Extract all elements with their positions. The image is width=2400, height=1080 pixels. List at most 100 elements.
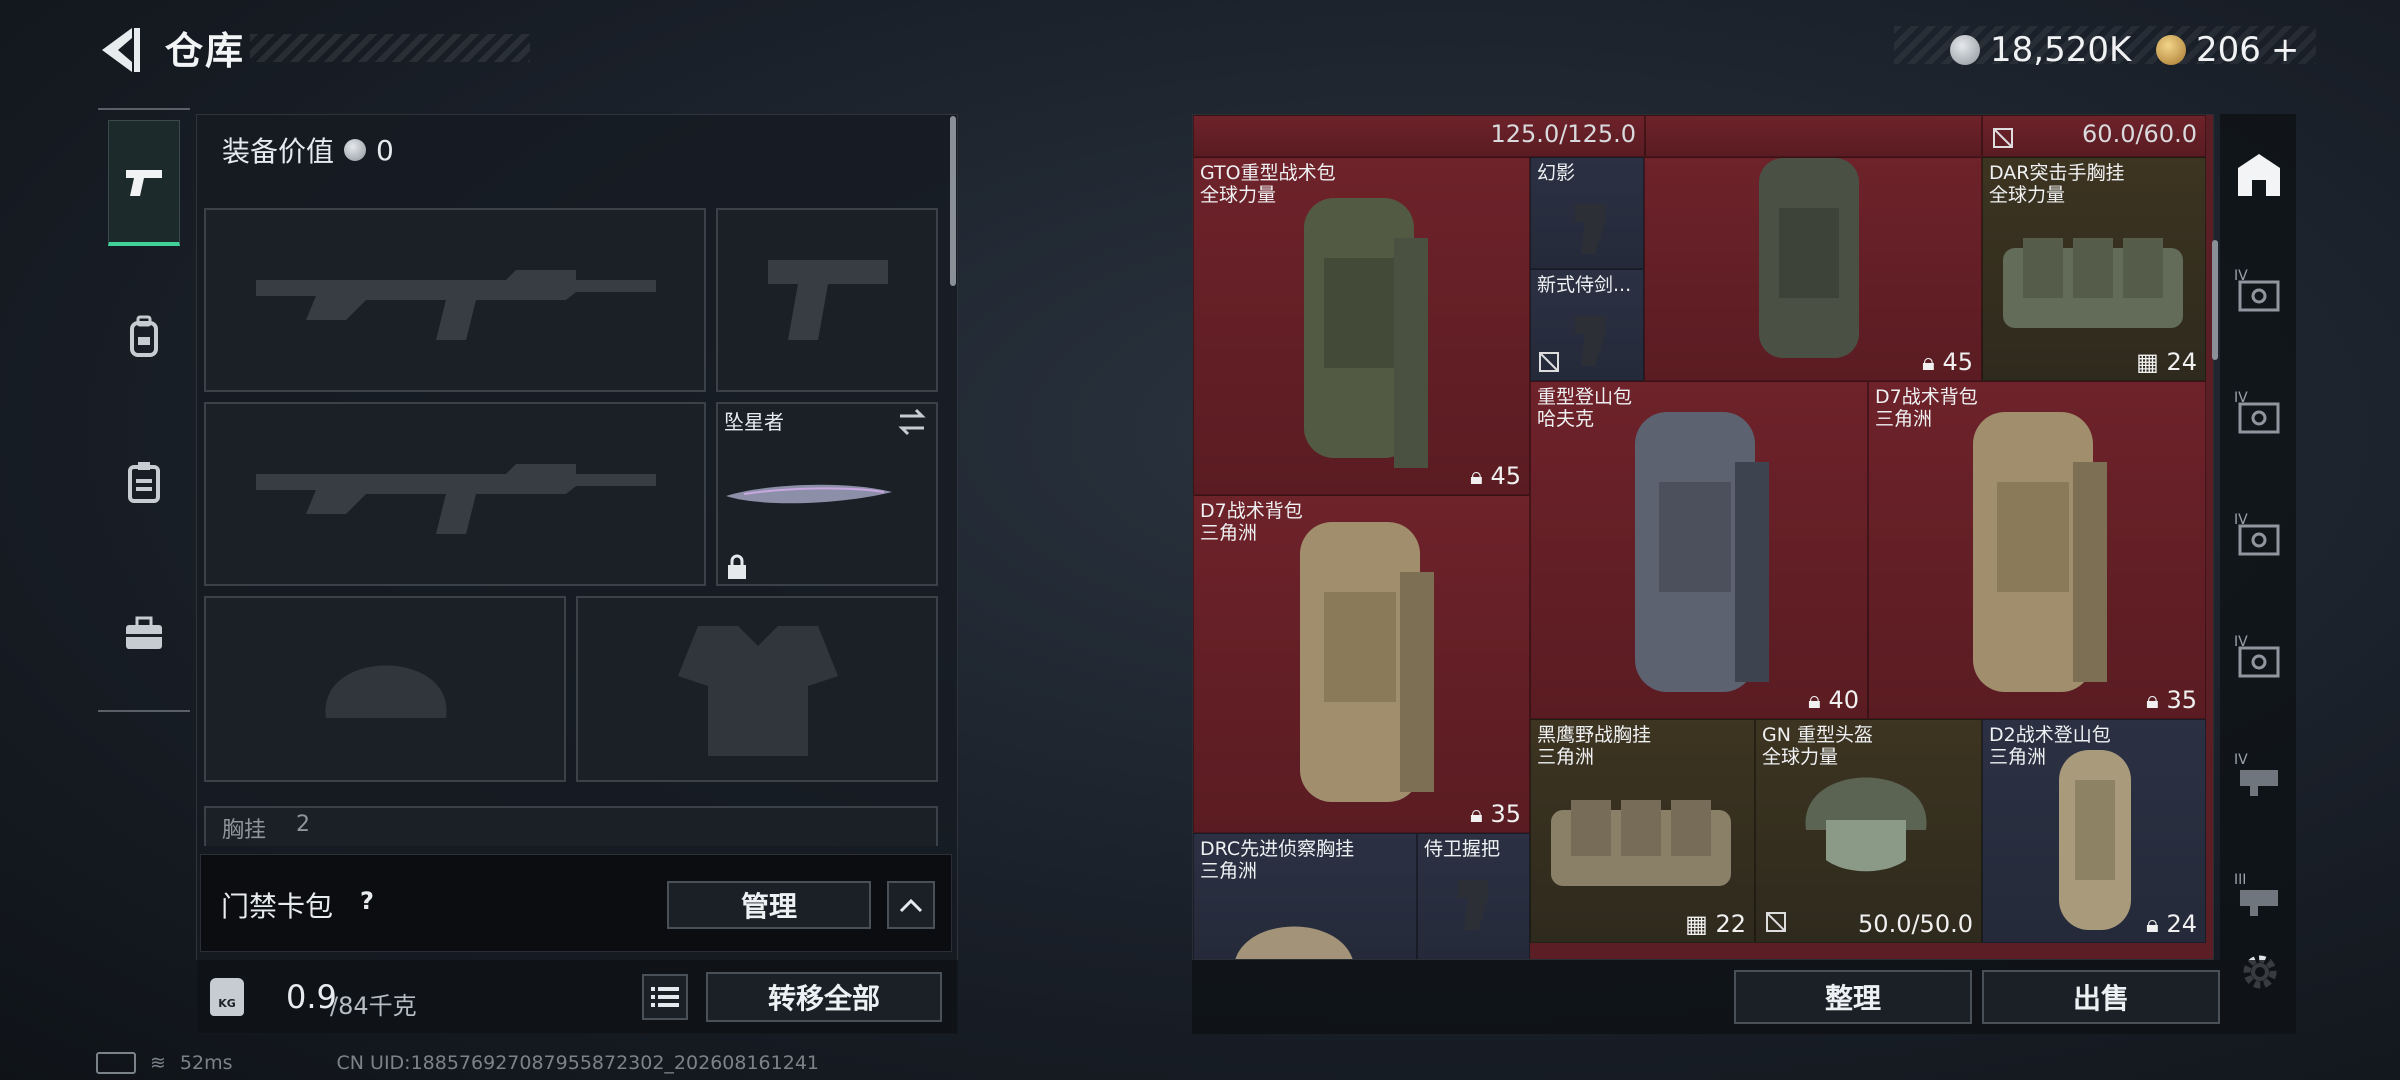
no-insure-icon (1766, 912, 1786, 932)
add-token-button[interactable]: + (2271, 30, 2300, 70)
item-d2-mountain-pack[interactable]: D2战术登山包 三角洲 🔒︎ 24 (1982, 719, 2206, 943)
grid-top-mid-strip[interactable] (1645, 115, 1982, 157)
weight-small-icon: 🔒︎ (1470, 462, 1491, 490)
primary-weapon-slot[interactable] (204, 208, 706, 392)
sell-button[interactable]: 出售 (1982, 970, 2220, 1024)
list-icon (651, 987, 679, 1007)
briefcase-icon (126, 616, 162, 649)
helmet-slot[interactable] (204, 596, 566, 782)
tab-toolbox[interactable] (108, 570, 180, 696)
weight-kg-icon: KG (210, 978, 244, 1016)
item-phantom-grip[interactable]: 幻影 (1530, 157, 1644, 269)
weight-small-icon: 🔒︎ (2146, 686, 2167, 714)
item-gn-helmet[interactable]: GN 重型头盔 全球力量 50.0/50.0 (1755, 719, 1982, 943)
keycard-manage-button[interactable]: 管理 (667, 881, 871, 929)
stash-home-button[interactable] (2234, 150, 2284, 200)
title-decoration (250, 34, 530, 62)
backpack-item-icon (1759, 158, 1859, 358)
item-heavy-mountain-pack[interactable]: 重型登山包 哈夫克 🔒︎ 40 (1530, 381, 1868, 719)
grip-item-icon (1458, 880, 1488, 930)
armor-small-icon: ▦ (2136, 348, 2167, 376)
token-icon (2156, 35, 2186, 65)
page-title: 仓库 (165, 29, 246, 73)
chest-rig-item-icon (2003, 238, 2183, 328)
collapse-button[interactable] (887, 881, 935, 929)
chest-rig-item-icon (1235, 926, 1353, 959)
rail-container-6[interactable]: III (2234, 872, 2284, 922)
chevron-up-icon (899, 898, 923, 913)
knife-icon (726, 484, 892, 504)
rail-container-2[interactable]: IV (2234, 390, 2284, 440)
rail-container-5[interactable]: IV (2234, 752, 2284, 802)
weight-small-icon: 🔒︎ (2146, 910, 2167, 938)
weight-bar: KG 0.9 /84千克 转移全部 (196, 960, 958, 1034)
list-view-button[interactable] (642, 974, 688, 1020)
grid-scrollbar[interactable] (2212, 240, 2218, 360)
weight-small-icon: 🔒︎ (1470, 800, 1491, 828)
stash-grid: 125.0/125.0 60.0/60.0 GTO重型战术包 全球力量 🔒︎ 45… (1192, 114, 2214, 960)
rail-container-3[interactable]: IV (2234, 512, 2284, 562)
secondary-rifle-slot[interactable] (204, 402, 706, 586)
backpack-icon (130, 315, 158, 357)
no-insure-icon (1539, 352, 1559, 372)
coin-icon (344, 139, 367, 161)
chest-rig-slot[interactable]: 胸挂 2 (204, 806, 938, 846)
case-icon (128, 462, 160, 503)
weight-small-icon: 🔒︎ (1808, 686, 1829, 714)
battery-icon (96, 1052, 136, 1074)
sort-button[interactable]: 整理 (1734, 970, 1972, 1024)
helmet-item-icon (1805, 777, 1927, 872)
tab-backpack[interactable] (108, 274, 180, 400)
helmet-silhouette-icon (325, 665, 447, 718)
rail-container-1[interactable]: IV (2234, 268, 2284, 318)
wifi-icon: ≋ (150, 1052, 166, 1074)
keycard-help-button[interactable]: ? (349, 879, 385, 923)
token-balance[interactable]: 206 + (2156, 30, 2299, 70)
lock-icon (728, 554, 746, 579)
no-insure-icon (1993, 128, 2013, 148)
melee-slot[interactable]: 坠星者 (716, 402, 938, 586)
backpack-item-icon (1635, 412, 1769, 692)
swap-icon[interactable] (896, 408, 928, 436)
item-black-eagle-rig[interactable]: 黑鹰野战胸挂 三角洲 ▦ 22 (1530, 719, 1755, 943)
item-gto-backpack[interactable]: GTO重型战术包 全球力量 🔒︎ 45 (1193, 157, 1530, 495)
secondary-weapon-slot[interactable] (716, 208, 938, 392)
item-backpack-top[interactable]: 🔒︎ 45 (1644, 157, 1982, 381)
back-arrow-icon (102, 28, 140, 72)
rail-container-4[interactable]: IV (2234, 634, 2284, 684)
backpack-item-icon (1304, 198, 1428, 468)
backpack-item-icon (2059, 750, 2131, 930)
back-button[interactable] (96, 24, 144, 76)
equipment-value: 装备价值 0 (222, 133, 394, 169)
pistol-silhouette-icon (768, 260, 888, 340)
backpack-item-icon (1973, 412, 2107, 692)
grid-top-left-strip[interactable]: 125.0/125.0 (1193, 115, 1645, 157)
transfer-all-button[interactable]: 转移全部 (706, 972, 942, 1022)
grip-item-icon (1575, 204, 1605, 254)
grid-top-right-strip[interactable]: 60.0/60.0 (1982, 115, 2206, 157)
melee-name: 坠星者 (724, 410, 784, 434)
equipment-scrollbar[interactable] (950, 116, 956, 286)
backpack-item-icon (1300, 522, 1434, 802)
rifle-silhouette-icon (256, 464, 656, 534)
chest-rig-item-icon (1551, 800, 1731, 886)
rifle-silhouette-icon (256, 270, 656, 340)
item-samurai-grip[interactable]: 新式侍剑... (1530, 269, 1644, 381)
pistol-icon (126, 169, 162, 196)
stash-icon (2238, 154, 2280, 196)
status-bar: ≋ 52ms CN UID:188576927087955872302_2026… (96, 1052, 819, 1074)
coin-balance: 18,520K (1950, 30, 2131, 70)
armor-silhouette-icon (678, 626, 838, 756)
item-drc-chest-rig[interactable]: DRC先进侦察胸挂 三角洲 (1193, 833, 1417, 959)
item-d7-backpack-left[interactable]: D7战术背包 三角洲 🔒︎ 35 (1193, 495, 1530, 833)
armor-small-icon: ▦ (1685, 910, 1716, 938)
coin-icon (1950, 35, 1980, 65)
tab-container[interactable] (108, 420, 180, 546)
item-d7-backpack-right[interactable]: D7战术背包 三角洲 🔒︎ 35 (1868, 381, 2206, 719)
tab-weapons[interactable] (108, 120, 180, 246)
keycard-bar: 门禁卡包 ? 管理 (200, 854, 952, 952)
weight-small-icon: 🔒︎ (1922, 348, 1943, 376)
item-dar-chest-rig[interactable]: DAR突击手胸挂 全球力量 ▦ 24 (1982, 157, 2206, 381)
armor-slot[interactable] (576, 596, 938, 782)
item-guard-grip[interactable]: 侍卫握把 (1417, 833, 1530, 959)
